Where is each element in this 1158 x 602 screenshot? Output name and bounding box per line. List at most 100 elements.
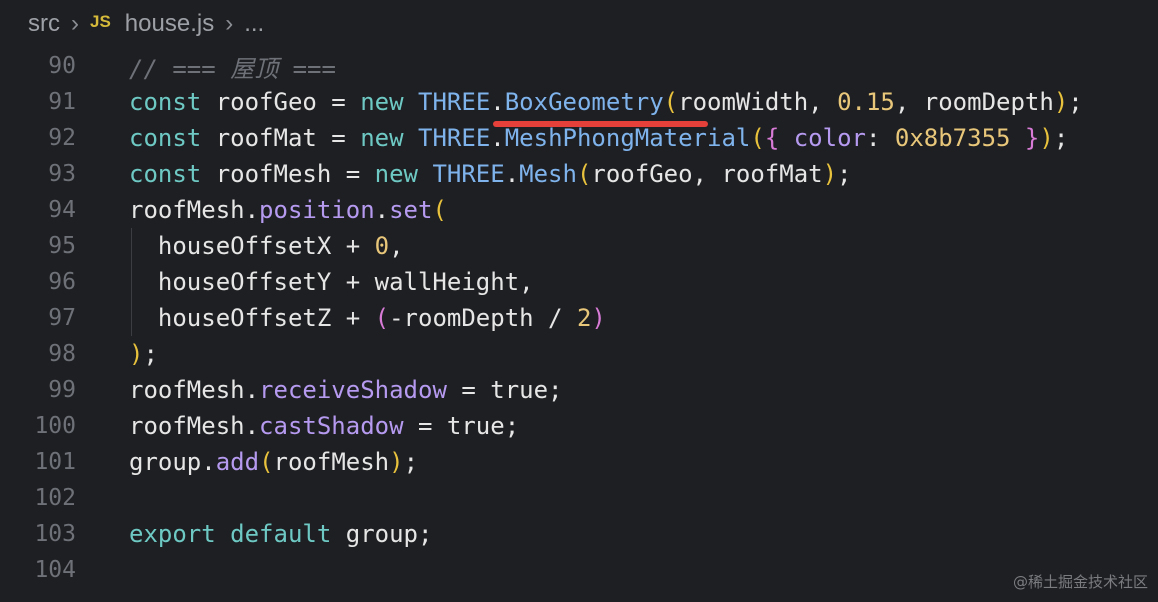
code-token: houseOffsetX + bbox=[129, 232, 375, 260]
code-text[interactable]: houseOffsetX + 0, bbox=[129, 232, 404, 260]
code-line[interactable]: 97 houseOffsetZ + (-roomDepth / 2) bbox=[0, 300, 606, 336]
code-token: ) bbox=[389, 448, 404, 476]
line-number: 101 bbox=[34, 449, 76, 475]
code-token: roofMesh bbox=[273, 448, 390, 476]
code-token: . bbox=[374, 196, 390, 224]
line-number: 103 bbox=[34, 521, 76, 547]
highlight-underline bbox=[493, 121, 708, 127]
line-number: 102 bbox=[34, 485, 76, 511]
code-token: houseOffsetY + wallHeight, bbox=[129, 268, 534, 296]
code-line[interactable]: 104 bbox=[0, 552, 76, 588]
code-token: ; bbox=[1068, 88, 1083, 116]
code-token: const bbox=[129, 124, 202, 152]
code-token: ) bbox=[822, 160, 838, 188]
code-token: . bbox=[504, 160, 520, 188]
line-number: 98 bbox=[48, 341, 76, 367]
code-token: , bbox=[389, 232, 404, 260]
code-line[interactable]: 96 houseOffsetY + wallHeight, bbox=[0, 264, 533, 300]
code-token: THREE bbox=[432, 160, 505, 188]
code-token: group; bbox=[331, 520, 433, 548]
code-token: set bbox=[389, 196, 433, 224]
line-number: 90 bbox=[48, 53, 76, 79]
code-text[interactable]: const roofMesh = new THREE.Mesh(roofGeo,… bbox=[129, 160, 852, 188]
code-token: roofMat = bbox=[201, 124, 361, 152]
line-number: 94 bbox=[48, 197, 76, 223]
code-token: castShadow bbox=[259, 412, 404, 440]
code-line[interactable]: 98); bbox=[0, 336, 158, 372]
code-token: ( bbox=[432, 196, 447, 224]
code-line[interactable]: 92 const roofMat = new THREE.MeshPhongMat… bbox=[0, 120, 1068, 156]
code-token: roofMesh. bbox=[129, 376, 260, 404]
code-token: 0x8b7355 bbox=[894, 124, 1011, 152]
code-text[interactable]: houseOffsetZ + (-roomDepth / 2) bbox=[129, 304, 606, 332]
watermark: @稀土掘金技术社区 bbox=[1012, 573, 1148, 591]
code-line[interactable]: 91 const roofGeo = new THREE.BoxGeometry(… bbox=[0, 84, 1082, 120]
code-token: BoxGeometry bbox=[504, 88, 664, 116]
code-token: roofMesh. bbox=[129, 412, 260, 440]
code-token: ) bbox=[1039, 124, 1054, 152]
code-text[interactable]: roofMesh.castShadow = true; bbox=[129, 412, 519, 440]
code-token: THREE bbox=[418, 124, 491, 152]
code-token: const bbox=[129, 160, 202, 188]
code-text[interactable]: houseOffsetY + wallHeight, bbox=[129, 268, 534, 296]
line-number: 93 bbox=[48, 161, 76, 187]
code-token: = true; bbox=[403, 412, 520, 440]
code-token: ) bbox=[591, 304, 606, 332]
code-token: ) bbox=[129, 340, 144, 368]
line-number: 95 bbox=[48, 233, 76, 259]
code-text[interactable]: ); bbox=[129, 340, 158, 368]
code-line[interactable]: 93 const roofMesh = new THREE.Mesh(roofGe… bbox=[0, 156, 851, 192]
breadcrumb-more[interactable]: ... bbox=[244, 10, 264, 38]
code-line[interactable]: 99 roofMesh.receiveShadow = true; bbox=[0, 372, 562, 408]
line-number: 92 bbox=[48, 125, 76, 151]
breadcrumb-folder[interactable]: src bbox=[28, 10, 60, 38]
code-token: roofMesh = bbox=[201, 160, 375, 188]
code-line[interactable]: 100 roofMesh.castShadow = true; bbox=[0, 408, 519, 444]
code-token: receiveShadow bbox=[259, 376, 447, 404]
code-line[interactable]: 90 // === 屋顶 === bbox=[0, 48, 336, 84]
code-token: , roomDepth bbox=[894, 88, 1054, 116]
javascript-file-icon: JS bbox=[90, 12, 111, 31]
code-line[interactable]: 94 roofMesh.position.set( bbox=[0, 192, 447, 228]
code-token: roomWidth, bbox=[678, 88, 838, 116]
code-token: roofGeo, roofMat bbox=[591, 160, 823, 188]
code-text[interactable]: group.add(roofMesh); bbox=[129, 448, 418, 476]
code-line[interactable]: 103 export default group; bbox=[0, 516, 432, 552]
code-token: add bbox=[215, 448, 260, 476]
code-token: new bbox=[374, 160, 418, 188]
code-text[interactable]: roofMesh.position.set( bbox=[129, 196, 447, 224]
code-token: export bbox=[129, 520, 216, 548]
code-line[interactable]: 102 bbox=[0, 480, 76, 516]
code-token: // === 屋顶 === bbox=[129, 54, 336, 83]
code-line[interactable]: 95 houseOffsetX + 0, bbox=[0, 228, 403, 264]
line-number: 97 bbox=[48, 305, 76, 331]
code-text[interactable]: export default group; bbox=[129, 520, 432, 548]
code-text[interactable]: // === 屋顶 === bbox=[129, 49, 336, 84]
code-token: default bbox=[230, 520, 332, 548]
code-token: ( bbox=[576, 160, 592, 188]
code-text[interactable]: const roofGeo = new THREE.BoxGeometry(ro… bbox=[129, 88, 1083, 116]
code-token: } bbox=[1024, 124, 1040, 152]
line-number: 91 bbox=[48, 89, 76, 115]
code-text[interactable]: const roofMat = new THREE.MeshPhongMater… bbox=[129, 124, 1068, 152]
code-token: 0.15 bbox=[837, 88, 895, 116]
code-token: THREE bbox=[418, 88, 491, 116]
line-number: 100 bbox=[34, 413, 76, 439]
line-number: 96 bbox=[48, 269, 76, 295]
code-token: . bbox=[490, 88, 505, 116]
code-token: ; bbox=[837, 160, 852, 188]
code-token: { bbox=[764, 124, 780, 152]
code-token: houseOffsetZ + bbox=[129, 304, 375, 332]
code-editor[interactable]: src › JS house.js › ... 90// === 屋顶 === 9… bbox=[0, 0, 1158, 602]
breadcrumb-file[interactable]: house.js bbox=[125, 10, 214, 38]
code-token: ; bbox=[143, 340, 158, 368]
code-token: color bbox=[793, 124, 866, 152]
code-token: const bbox=[129, 88, 202, 116]
code-token: ( bbox=[374, 304, 390, 332]
code-text[interactable]: roofMesh.receiveShadow = true; bbox=[129, 376, 562, 404]
code-line[interactable]: 101 group.add(roofMesh); bbox=[0, 444, 418, 480]
